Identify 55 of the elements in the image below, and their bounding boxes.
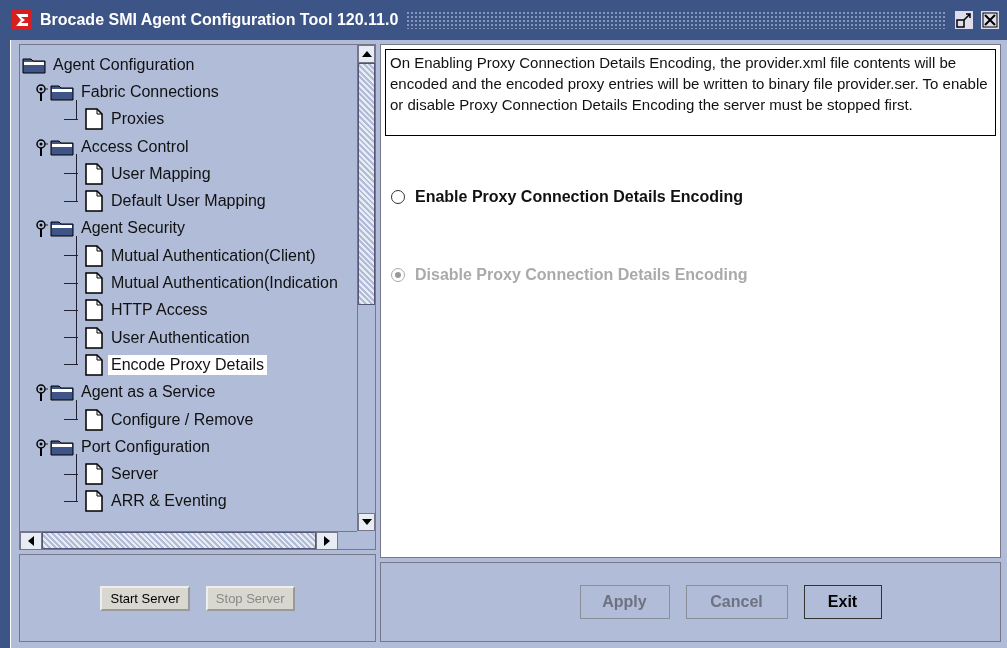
expander-icon[interactable] [36, 219, 48, 238]
tree-item[interactable]: Mutual Authentication(Indication [108, 273, 341, 293]
document-icon [84, 190, 104, 213]
tree-item[interactable]: User Authentication [108, 327, 253, 348]
tree-item[interactable]: ARR & Eventing [108, 491, 230, 512]
tree-item[interactable]: Encode Proxy Details [108, 354, 267, 375]
expander-icon[interactable] [36, 437, 48, 456]
radio-button[interactable] [391, 190, 405, 204]
tree-item[interactable]: Access Control [78, 136, 192, 157]
tree-item[interactable]: Agent Security [78, 218, 189, 239]
document-icon [84, 490, 104, 513]
tree-item[interactable]: Configure / Remove [108, 409, 257, 430]
tree-item[interactable]: User Mapping [108, 163, 214, 184]
restore-icon[interactable] [955, 11, 973, 29]
tree-item[interactable]: Fabric Connections [78, 81, 222, 102]
folder-icon [50, 82, 74, 101]
document-icon [84, 108, 104, 131]
expander-icon[interactable] [36, 137, 48, 156]
tree-item[interactable]: Port Configuration [78, 436, 213, 457]
tree-item[interactable]: HTTP Access [108, 300, 211, 321]
dialog-button[interactable]: Exit [803, 585, 882, 619]
expander-icon[interactable] [36, 82, 48, 101]
option-label: Enable Proxy Connection Details Encoding [415, 188, 744, 206]
tree-item[interactable]: Agent as a Service [78, 382, 219, 403]
document-icon [84, 299, 104, 322]
document-icon [84, 162, 104, 185]
expander-icon[interactable] [36, 383, 48, 402]
vertical-scrollbar[interactable] [357, 45, 375, 531]
folder-icon [50, 383, 74, 402]
document-icon [84, 408, 104, 431]
server-button[interactable]: Start Server [100, 585, 190, 611]
logo-icon [12, 10, 32, 30]
tree-item[interactable]: Default User Mapping [108, 191, 269, 212]
folder-icon [50, 437, 74, 456]
scroll-right-icon[interactable] [324, 536, 330, 546]
horizontal-scrollbar[interactable] [20, 531, 357, 549]
window-title: Brocade SMI Agent Configuration Tool 120.11.0 [40, 11, 399, 29]
document-icon [84, 272, 104, 294]
tree-item[interactable]: Proxies [108, 109, 168, 130]
folder-icon [50, 219, 74, 238]
folder-icon [22, 55, 46, 74]
document-icon [84, 244, 104, 267]
scroll-up-icon[interactable] [361, 51, 372, 57]
scroll-down-icon[interactable] [361, 519, 372, 525]
scroll-left-icon[interactable] [28, 536, 34, 546]
document-icon [84, 463, 104, 486]
option-label: Disable Proxy Connection Details Encoding [415, 266, 748, 284]
tree-item[interactable]: Server [108, 464, 162, 485]
document-icon [84, 353, 104, 376]
tree-item[interactable]: Mutual Authentication(Client) [108, 245, 319, 266]
close-icon[interactable] [981, 11, 999, 29]
tree-item[interactable]: Agent Configuration [50, 54, 198, 75]
description-text: On Enabling Proxy Connection Details Encoding, the provider.xml file contents will be encoded and the encoded proxy entries will be written to binary file provider.ser. To enable or disable Proxy Connection Details Encoding the server must be stopped first. [385, 49, 996, 136]
document-icon [84, 326, 104, 349]
folder-icon [50, 137, 74, 156]
